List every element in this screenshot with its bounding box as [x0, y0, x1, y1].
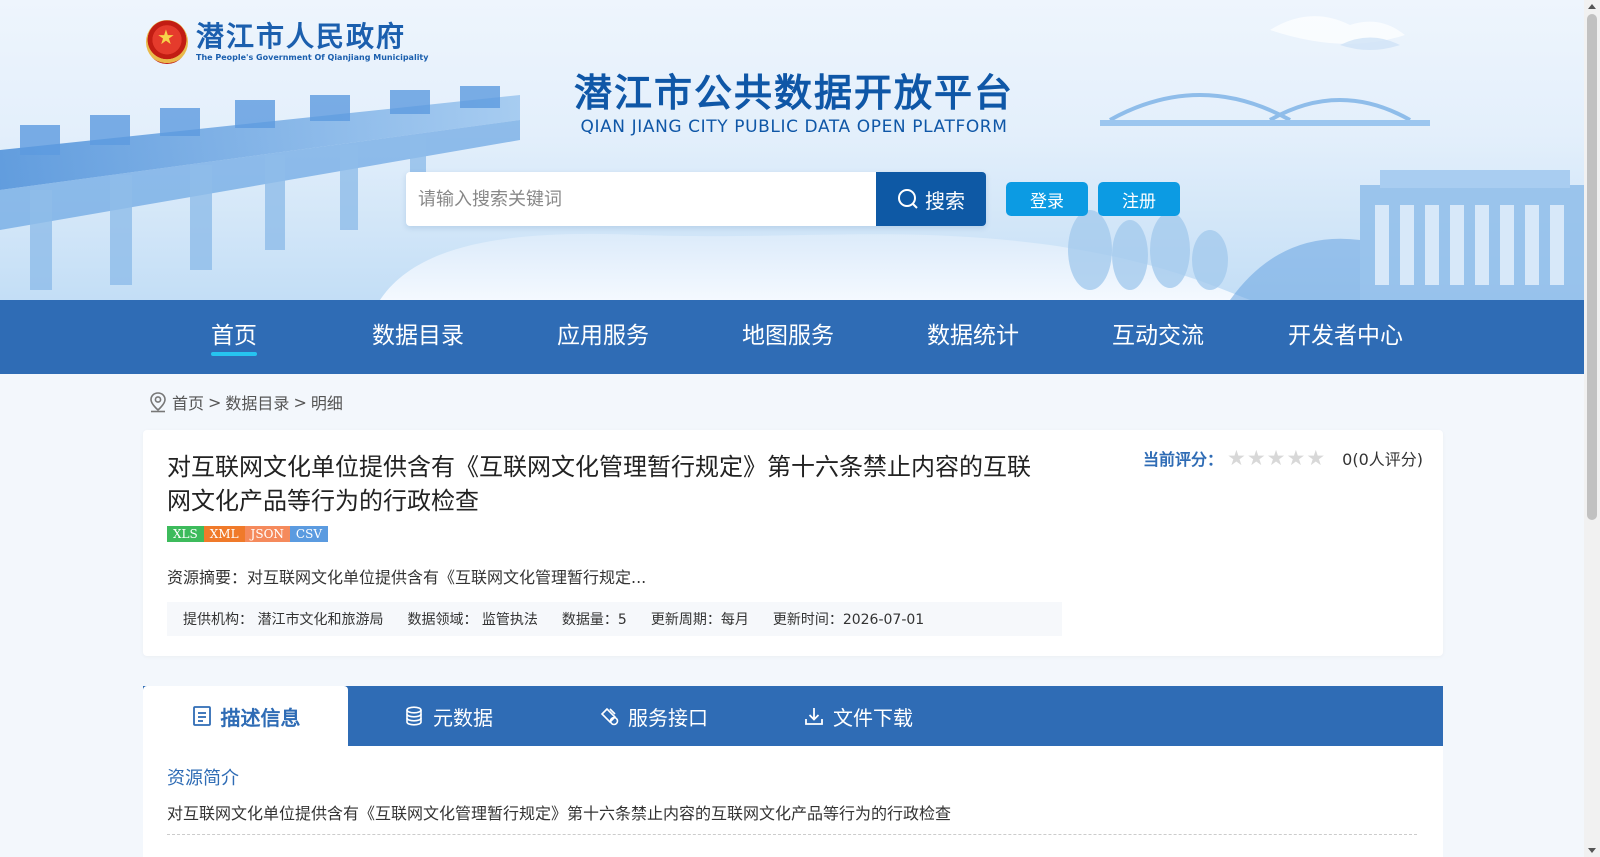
- meta-provider: 提供机构： 潜江市文化和旅游局: [183, 612, 384, 628]
- tab-file-download[interactable]: 文件下载: [758, 686, 958, 746]
- dataset-title: 对互联网文化单位提供含有《互联网文化管理暂行规定》第十六条禁止内容的互联网文化产…: [167, 453, 1031, 515]
- format-tag-xml[interactable]: XML: [203, 526, 245, 542]
- main-nav: 首页 数据目录 应用服务 地图服务 数据统计 互动交流 开发者中心: [0, 300, 1584, 374]
- format-tag-xls[interactable]: XLS: [167, 526, 204, 542]
- gov-name-cn: 潜江市人民政府: [196, 20, 407, 53]
- star-icon[interactable]: ★: [1286, 448, 1305, 469]
- national-emblem-icon: [146, 20, 188, 64]
- star-icon[interactable]: ★: [1267, 448, 1286, 469]
- nav-item-stats[interactable]: 数据统计: [927, 320, 1019, 352]
- search-button[interactable]: 搜索: [876, 172, 986, 226]
- database-icon: [406, 706, 422, 726]
- meta-cycle: 更新周期：每月: [650, 612, 749, 628]
- meta-count: 数据量：5: [561, 612, 627, 628]
- platform-title-cn: 潜江市公共数据开放平台: [573, 71, 1014, 115]
- login-button[interactable]: 登录: [1006, 182, 1088, 216]
- tab-file-download-label: 文件下载: [833, 705, 913, 730]
- header-banner: 潜江市人民政府 The People's Government Of Qianj…: [0, 0, 1584, 300]
- tab-content: 资源简介 对互联网文化单位提供含有《互联网文化管理暂行规定》第十六条禁止内容的互…: [143, 746, 1443, 857]
- star-icon[interactable]: ★: [1306, 448, 1325, 469]
- section-divider: [167, 834, 1417, 835]
- format-tags: XLS XML JSON CSV: [167, 526, 328, 542]
- page-scrollbar[interactable]: [1584, 0, 1600, 857]
- rating-score: 0(0人评分): [1342, 450, 1423, 469]
- detail-tabs: 描述信息 元数据 服务接口 文件下载: [143, 686, 1443, 746]
- scroll-down-icon[interactable]: [1588, 848, 1596, 853]
- tab-service-api[interactable]: 服务接口: [548, 686, 758, 746]
- tab-metadata[interactable]: 元数据: [348, 686, 548, 746]
- breadcrumb-home[interactable]: 首页: [172, 390, 204, 414]
- register-button[interactable]: 注册: [1098, 182, 1180, 216]
- star-icon[interactable]: ★: [1227, 448, 1246, 469]
- platform-title-en: QIAN JIANG CITY PUBLIC DATA OPEN PLATFOR…: [580, 117, 1008, 137]
- meta-updated: 更新时间：2026-07-01: [772, 612, 925, 628]
- tab-description-label: 描述信息: [220, 705, 301, 730]
- meta-domain: 数据领域： 监管执法: [407, 612, 538, 628]
- format-tag-csv[interactable]: CSV: [289, 526, 328, 542]
- tab-service-api-label: 服务接口: [628, 705, 708, 730]
- search-input[interactable]: [406, 172, 876, 226]
- gov-name-en: The People's Government Of Qianjiang Mun…: [196, 53, 429, 62]
- tab-description[interactable]: 描述信息: [143, 686, 348, 746]
- resource-summary: 资源摘要：对互联网文化单位提供含有《互联网文化管理暂行规定...: [167, 568, 647, 587]
- nav-item-catalog[interactable]: 数据目录: [372, 320, 464, 352]
- location-pin-icon: [150, 392, 166, 413]
- platform-title: 潜江市公共数据开放平台 QIAN JIANG CITY PUBLIC DATA …: [572, 70, 1016, 138]
- section-text-intro: 对互联网文化单位提供含有《互联网文化管理暂行规定》第十六条禁止内容的互联网文化产…: [167, 804, 952, 823]
- gov-name: 潜江市人民政府 The People's Government Of Qianj…: [196, 21, 428, 63]
- section-title-intro: 资源简介: [167, 768, 239, 789]
- api-link-icon: [600, 707, 619, 726]
- search-button-label: 搜索: [925, 188, 965, 213]
- download-icon: [805, 708, 823, 725]
- gov-logo[interactable]: 潜江市人民政府 The People's Government Of Qianj…: [146, 20, 428, 64]
- rating: 当前评分： ★ ★ ★ ★ ★ 0(0人评分): [1143, 446, 1423, 470]
- meta-bar: 提供机构： 潜江市文化和旅游局 数据领域： 监管执法 数据量：5 更新周期：每月…: [167, 602, 1062, 636]
- breadcrumb-separator: >: [208, 392, 222, 412]
- scroll-thumb[interactable]: [1587, 14, 1597, 520]
- nav-item-apps[interactable]: 应用服务: [557, 320, 649, 352]
- dataset-detail-card: 对互联网文化单位提供含有《互联网文化管理暂行规定》第十六条禁止内容的互联网文化产…: [143, 430, 1443, 656]
- rating-label: 当前评分：: [1142, 450, 1223, 469]
- tab-metadata-label: 元数据: [433, 705, 493, 730]
- breadcrumb-separator: >: [293, 392, 307, 412]
- breadcrumb: 首页 > 数据目录 > 明细: [148, 390, 343, 414]
- nav-item-home[interactable]: 首页: [211, 320, 257, 356]
- nav-item-map[interactable]: 地图服务: [742, 320, 834, 352]
- breadcrumb-current: 明细: [310, 394, 343, 413]
- scroll-up-icon[interactable]: [1588, 4, 1596, 9]
- nav-item-interaction[interactable]: 互动交流: [1112, 320, 1204, 352]
- search-box: 搜索: [406, 172, 986, 226]
- breadcrumb-catalog[interactable]: 数据目录: [225, 390, 289, 414]
- document-icon: [192, 706, 211, 726]
- search-icon: [898, 189, 918, 209]
- star-icon[interactable]: ★: [1247, 448, 1266, 469]
- nav-item-developer[interactable]: 开发者中心: [1288, 320, 1403, 352]
- format-tag-json[interactable]: JSON: [244, 526, 290, 542]
